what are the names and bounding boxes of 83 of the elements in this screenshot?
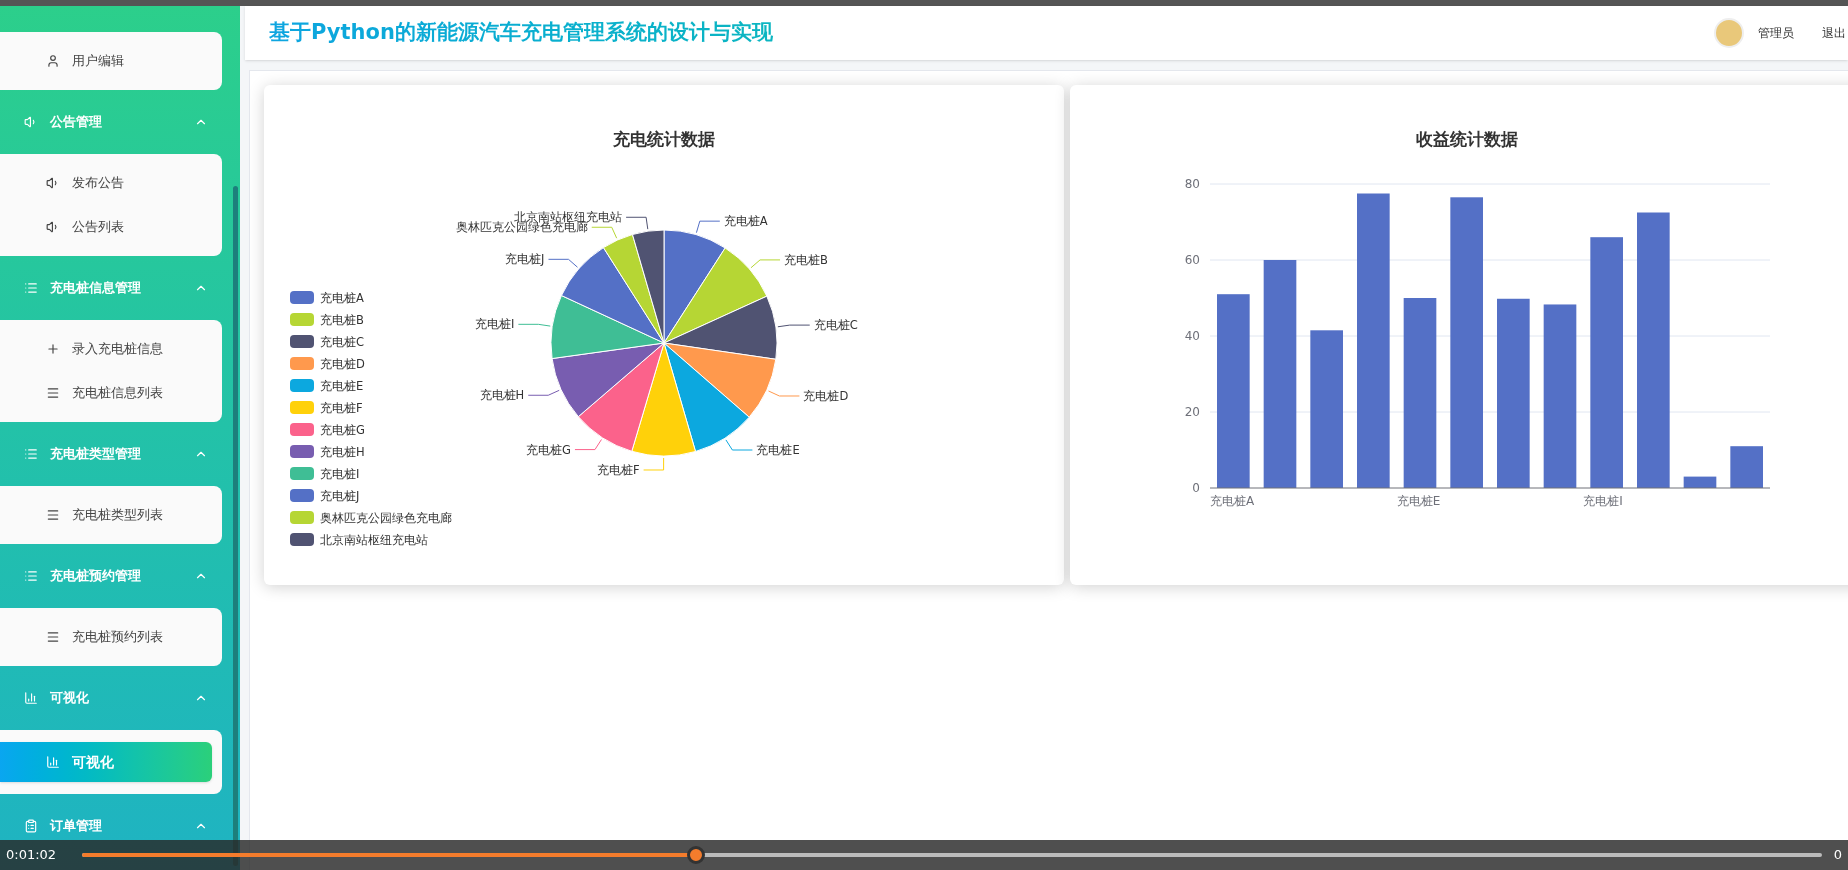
slice-label: 充电桩J [505,251,545,266]
menu-item[interactable]: 充电桩类型列表 [0,498,222,532]
leader-line [517,323,551,327]
slice-label: 充电桩C [813,317,858,332]
lines-icon [46,386,60,400]
end-time: 0 [1833,846,1842,865]
bar [1683,476,1717,488]
leader-line [750,258,781,268]
menu-item[interactable]: 充电桩预约列表 [0,620,222,654]
axis-tick-label: 80 [1184,176,1200,191]
legend-swatch[interactable] [290,422,314,436]
leader-line [625,216,649,230]
leader-line [777,324,811,327]
leader-line [725,438,753,450]
slice-label: 充电桩D [803,388,849,403]
plus-icon [46,342,60,356]
legend-swatch[interactable] [290,290,314,304]
legend-label[interactable]: 北京南站枢纽充电站 [320,532,428,547]
slice-label: 充电桩F [597,462,640,477]
list-icon [24,569,38,583]
leader-line [527,389,560,396]
axis-tick-label: 充电桩A [1210,493,1255,508]
leader-line [574,438,602,450]
legend-swatch[interactable] [290,400,314,414]
legend-swatch[interactable] [290,378,314,392]
bar [1730,445,1763,488]
legend-label[interactable]: 充电桩B [320,312,364,327]
legend-label[interactable]: 充电桩F [320,400,363,415]
leader-line [695,220,721,233]
avatar[interactable] [1714,18,1744,48]
axis-tick-label: 0 [1192,480,1200,495]
logout-link[interactable]: 退出 [1822,24,1846,42]
legend-label[interactable]: 充电桩J [320,488,360,503]
menu-item[interactable]: 公告列表 [0,210,222,244]
axis-tick-label: 充电桩I [1583,493,1623,508]
legend-label[interactable]: 充电桩G [320,422,365,437]
username: 管理员 [1758,25,1794,42]
slice-label: 充电桩E [756,442,800,457]
legend-label[interactable]: 充电桩H [320,444,365,459]
legend-swatch[interactable] [290,532,314,546]
progress-handle[interactable] [687,846,706,864]
leader-line [643,457,665,470]
slice-label: 充电桩H [479,387,525,402]
legend-label[interactable]: 充电桩C [320,334,365,349]
menu-item[interactable]: 录入充电桩信息 [0,332,222,366]
legend-label[interactable]: 充电桩D [320,356,365,371]
menu-item[interactable]: 充电桩信息列表 [0,376,222,410]
bar-chart-icon [46,755,60,769]
legend-label[interactable]: 充电桩I [320,466,360,481]
legend-swatch[interactable] [290,356,314,370]
legend-label[interactable]: 奥林匹克公园绿色充电廊 [320,510,452,525]
legend-swatch[interactable] [290,312,314,326]
legend-swatch[interactable] [290,466,314,480]
legend-swatch[interactable] [290,334,314,348]
menu-item[interactable]: 发布公告 [0,166,222,200]
leader-line [768,390,800,396]
slice-label: 充电桩A [723,213,768,228]
current-time: 0:01:02 [6,846,58,865]
legend-label[interactable]: 充电桩A [320,290,364,305]
list-icon [24,447,38,461]
progress-track[interactable] [82,846,1822,864]
legend-swatch[interactable] [290,444,314,458]
list-icon [24,281,38,295]
menu-item[interactable]: 用户编辑 [0,44,222,78]
chart-title: 收益统计数据 [1416,128,1518,151]
axis-tick-label: 20 [1184,404,1200,419]
bar-chart-icon [24,691,38,705]
slice-label: 充电桩I [475,316,515,331]
chart-title: 充电统计数据 [613,128,715,151]
leader-line [591,226,618,239]
legend-swatch[interactable] [290,488,314,502]
user-icon [46,54,60,68]
axis-tick-label: 40 [1184,328,1200,343]
slice-label: 充电桩B [784,252,828,267]
lines-icon [46,508,60,522]
slice-label: 充电桩G [526,442,571,457]
axis-tick-label: 充电桩E [1396,493,1441,508]
clipboard-icon [24,819,38,833]
legend-label[interactable]: 充电桩E [320,378,364,393]
legend-swatch[interactable] [290,510,314,524]
leader-line [547,258,578,268]
lines-icon [46,630,60,644]
axis-tick-label: 60 [1184,252,1200,267]
